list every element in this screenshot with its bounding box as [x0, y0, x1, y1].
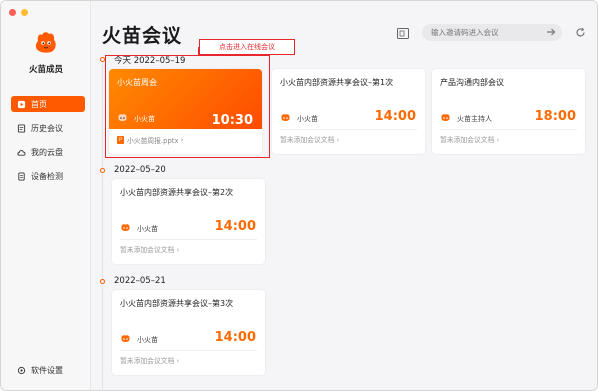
annotation-highlight-box — [105, 55, 270, 158]
sidebar-item-label: 我的云盘 — [31, 147, 63, 157]
page-title: 火苗会议 — [102, 25, 183, 47]
window-controls — [9, 9, 28, 16]
meeting-host: 小火苗 — [137, 225, 158, 233]
meeting-time: 14:00 — [374, 109, 416, 124]
timeline-line — [102, 59, 103, 389]
cloud-icon — [17, 149, 26, 156]
meeting-card[interactable]: 产品沟通内部会议 火苗主持人 18:00 暂未添加会议文档 › — [432, 69, 585, 154]
meeting-doc-status: 暂未添加会议文档 — [120, 357, 175, 365]
card-divider — [120, 239, 257, 240]
home-icon — [17, 100, 26, 108]
sidebar-nav: 首页 历史会议 我的云盘 设备检测 — [11, 96, 85, 192]
card-divider — [440, 129, 577, 130]
sidebar-item-label: 历史会议 — [31, 123, 63, 133]
device-icon — [18, 171, 25, 181]
meeting-title: 小火苗内部资源共享会议–第2次 — [120, 188, 234, 197]
meeting-title: 小火苗内部资源共享会议–第1次 — [280, 78, 394, 87]
group-date: 2022–05–21 — [114, 276, 166, 286]
meeting-host: 火苗主持人 — [457, 115, 492, 123]
annotation-callout: 点击进入在线会议 — [199, 39, 295, 55]
meeting-doc-link[interactable]: 暂未添加会议文档 › — [120, 244, 179, 254]
host-avatar-icon — [441, 114, 450, 121]
settings-label: 软件设置 — [31, 366, 63, 375]
group-date: 2022–05–20 — [114, 165, 166, 175]
sidebar-item-home[interactable]: 首页 — [11, 96, 85, 112]
meeting-card[interactable]: 小火苗内部资源共享会议–第2次 小火苗 14:00 暂未添加会议文档 › — [112, 179, 265, 264]
sidebar: 火苗成员 首页 历史会议 我的云盘 设备检测 软件设置 — [1, 1, 91, 390]
card-divider — [120, 350, 257, 351]
close-window-button[interactable] — [9, 9, 16, 16]
flame-mascot-logo — [35, 32, 56, 53]
refresh-icon[interactable] — [575, 27, 586, 38]
meeting-doc-link[interactable]: 暂未添加会议文档 › — [120, 355, 179, 365]
sidebar-item-label: 首页 — [31, 99, 47, 109]
host-avatar-icon — [121, 335, 130, 342]
meeting-card[interactable]: 小火苗内部资源共享会议–第3次 小火苗 14:00 暂未添加会议文档 › — [112, 290, 265, 375]
meeting-doc-icon[interactable] — [397, 28, 409, 39]
sidebar-item-device-check[interactable]: 设备检测 — [11, 168, 85, 184]
invite-code-input[interactable] — [422, 24, 562, 41]
arrow-right-icon[interactable] — [546, 27, 556, 37]
app-window: 火苗成员 首页 历史会议 我的云盘 设备检测 软件设置 火苗会议 输入邀请码进入… — [0, 0, 598, 391]
meeting-host: 小火苗 — [297, 115, 318, 123]
timeline-dot — [100, 279, 105, 284]
meeting-doc-link[interactable]: 暂未添加会议文档 › — [440, 134, 499, 144]
sidebar-item-label: 设备检测 — [31, 171, 63, 181]
settings-icon — [17, 366, 26, 375]
meeting-doc-status: 暂未添加会议文档 — [280, 136, 335, 144]
sidebar-item-history[interactable]: 历史会议 — [11, 120, 85, 136]
card-divider — [280, 129, 417, 130]
software-settings-button[interactable]: 软件设置 — [17, 365, 63, 376]
app-name: 火苗成员 — [28, 65, 63, 75]
meeting-title: 小火苗内部资源共享会议–第3次 — [120, 299, 234, 308]
meeting-doc-status: 暂未添加会议文档 — [440, 136, 495, 144]
minimize-window-button[interactable] — [21, 9, 28, 16]
host-avatar-icon — [121, 224, 130, 231]
meeting-card[interactable]: 小火苗内部资源共享会议–第1次 小火苗 14:00 暂未添加会议文档 › — [272, 69, 425, 154]
timeline-dot — [100, 168, 105, 173]
meeting-doc-status: 暂未添加会议文档 — [120, 246, 175, 254]
meeting-time: 18:00 — [534, 109, 576, 124]
host-avatar-icon — [281, 114, 290, 121]
sidebar-item-cloud[interactable]: 我的云盘 — [11, 144, 85, 160]
meeting-title: 产品沟通内部会议 — [440, 78, 504, 87]
meeting-host: 小火苗 — [137, 336, 158, 344]
meeting-time: 14:00 — [214, 219, 256, 234]
history-icon — [17, 123, 26, 133]
meeting-time: 14:00 — [214, 330, 256, 345]
meeting-doc-link[interactable]: 暂未添加会议文档 › — [280, 134, 339, 144]
